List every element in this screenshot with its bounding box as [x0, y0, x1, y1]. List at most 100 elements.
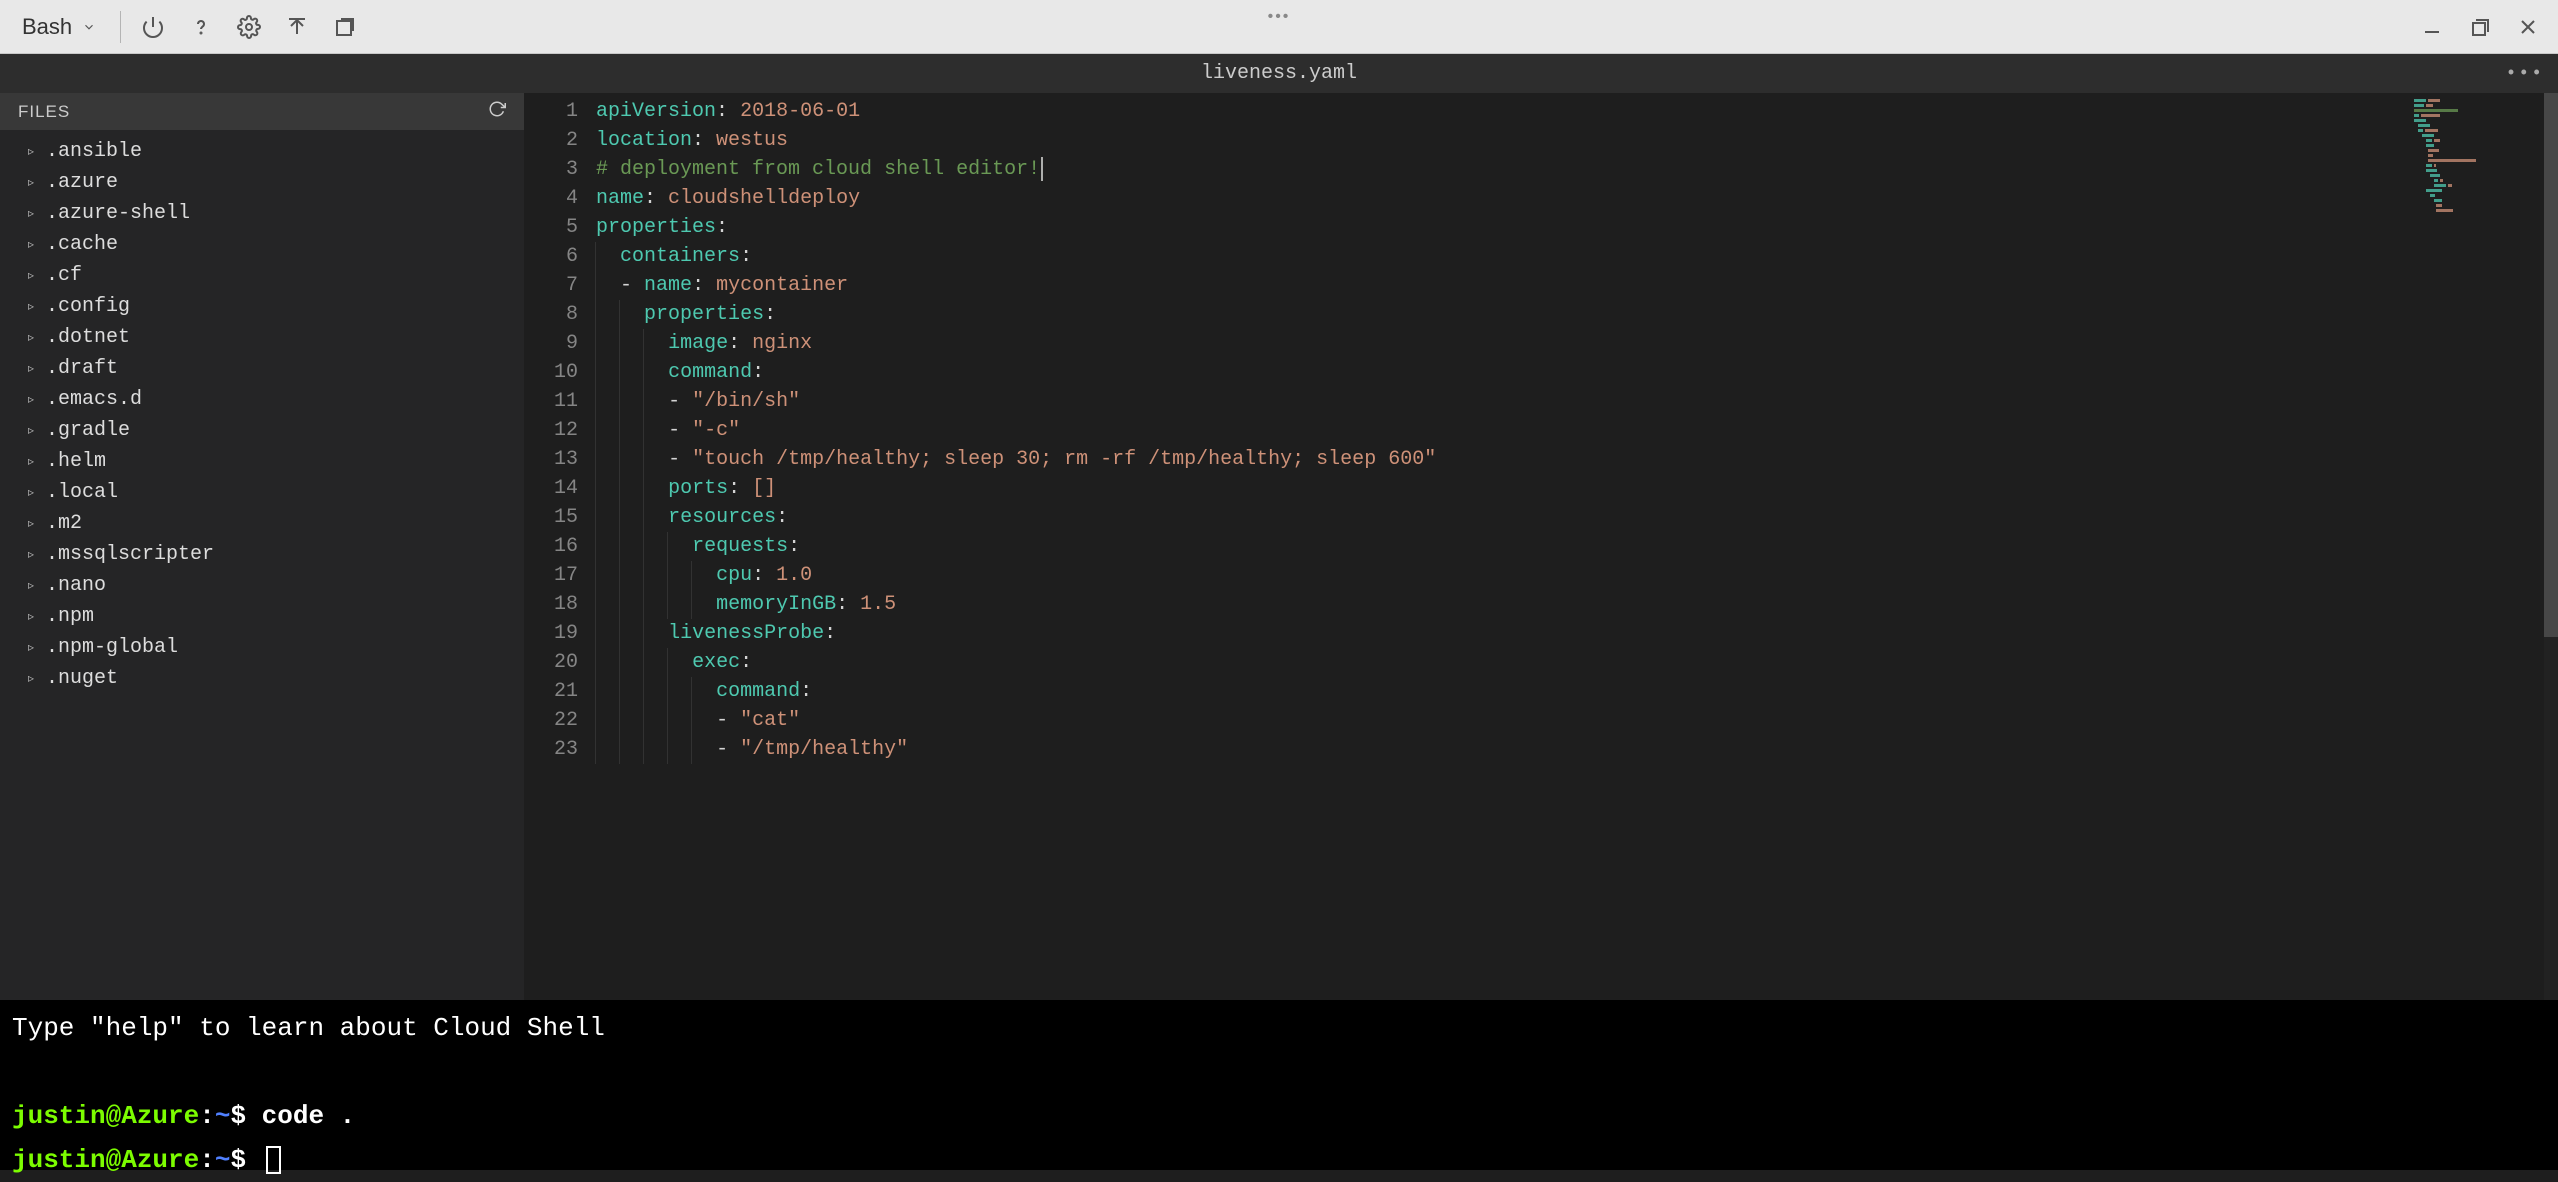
shell-selector[interactable]: Bash	[8, 8, 110, 46]
line-number: 18	[554, 590, 578, 619]
terminal-pane[interactable]: Type "help" to learn about Cloud Shell j…	[0, 1000, 2558, 1170]
chevron-right-icon: ▹	[28, 609, 38, 624]
line-number: 6	[554, 242, 578, 271]
code-line[interactable]: cpu: 1.0	[596, 561, 2558, 590]
close-button[interactable]	[2506, 5, 2550, 49]
tree-item[interactable]: ▹ .npm-global	[0, 632, 524, 663]
code-line[interactable]: - "/bin/sh"	[596, 387, 2558, 416]
code-line[interactable]: livenessProbe:	[596, 619, 2558, 648]
tree-item-label: .mssqlscripter	[46, 543, 214, 566]
restart-button[interactable]	[131, 5, 175, 49]
chevron-right-icon: ▹	[28, 361, 38, 376]
tree-item[interactable]: ▹ .emacs.d	[0, 384, 524, 415]
terminal-prompt-path: ~	[215, 1145, 231, 1175]
chevron-right-icon: ▹	[28, 206, 38, 221]
code-line[interactable]: - "cat"	[596, 706, 2558, 735]
tree-item-label: .config	[46, 295, 130, 318]
line-number: 1	[554, 97, 578, 126]
code-line[interactable]: image: nginx	[596, 329, 2558, 358]
tree-item[interactable]: ▹ .azure-shell	[0, 198, 524, 229]
line-number: 10	[554, 358, 578, 387]
tree-item-label: .emacs.d	[46, 388, 142, 411]
tree-item[interactable]: ▹.cache	[0, 229, 524, 260]
help-button[interactable]	[179, 5, 223, 49]
chevron-right-icon: ▹	[28, 640, 38, 655]
code-line[interactable]: apiVersion: 2018-06-01	[596, 97, 2558, 126]
tree-item[interactable]: ▹ .npm	[0, 601, 524, 632]
chevron-right-icon: ▹	[28, 144, 38, 159]
tree-item-label: .npm	[46, 605, 94, 628]
chevron-right-icon: ▹	[28, 392, 38, 407]
tree-item-label: .cache	[46, 233, 118, 256]
code-line[interactable]: - name: mycontainer	[596, 271, 2558, 300]
refresh-icon	[488, 100, 506, 118]
file-tree[interactable]: ▹.ansible▹.azure▹.azure-shell▹.cache▹.cf…	[0, 130, 524, 1000]
terminal-line[interactable]: justin@Azure:~$ code .	[12, 1094, 2546, 1138]
tree-item[interactable]: ▹.dotnet	[0, 322, 524, 353]
toolbar-divider	[120, 11, 121, 43]
line-number: 22	[554, 706, 578, 735]
code-line[interactable]: - "touch /tmp/healthy; sleep 30; rm -rf …	[596, 445, 2558, 474]
code-line[interactable]: - "-c"	[596, 416, 2558, 445]
new-session-button[interactable]	[323, 5, 367, 49]
code-line[interactable]: exec:	[596, 648, 2558, 677]
chevron-right-icon: ▹	[28, 578, 38, 593]
editor-tab-bar: liveness.yaml •••	[0, 54, 2558, 93]
code-line[interactable]: containers:	[596, 242, 2558, 271]
upload-download-button[interactable]	[275, 5, 319, 49]
tree-item[interactable]: ▹.local	[0, 477, 524, 508]
minimap[interactable]	[2414, 99, 2544, 219]
tree-item[interactable]: ▹.mssqlscripter	[0, 539, 524, 570]
code-line[interactable]: command:	[596, 677, 2558, 706]
code-line[interactable]: resources:	[596, 503, 2558, 532]
file-explorer-header: FILES	[0, 93, 524, 130]
tree-item-label: .draft	[46, 357, 118, 380]
terminal-line[interactable]: justin@Azure:~$	[12, 1138, 2546, 1182]
line-number: 23	[554, 735, 578, 764]
tree-item[interactable]: ▹.gradle	[0, 415, 524, 446]
line-number: 21	[554, 677, 578, 706]
code-line[interactable]: properties:	[596, 213, 2558, 242]
tree-item[interactable]: ▹ .nano	[0, 570, 524, 601]
code-line[interactable]: memoryInGB: 1.5	[596, 590, 2558, 619]
chevron-right-icon: ▹	[28, 516, 38, 531]
upload-icon	[285, 15, 309, 39]
code-editor[interactable]: 1234567891011121314151617181920212223 ap…	[524, 93, 2558, 1000]
settings-button[interactable]	[227, 5, 271, 49]
code-line[interactable]: requests:	[596, 532, 2558, 561]
vertical-scrollbar[interactable]	[2544, 93, 2558, 1000]
maximize-button[interactable]	[2458, 5, 2502, 49]
tree-item-label: .m2	[46, 512, 82, 535]
editor-menu-button[interactable]: •••	[2506, 64, 2544, 84]
line-number: 15	[554, 503, 578, 532]
code-line[interactable]: properties:	[596, 300, 2558, 329]
tree-item-label: .npm-global	[46, 636, 178, 659]
drag-handle-icon[interactable]: •••	[1268, 8, 1291, 26]
editor-area: liveness.yaml ••• FILES ▹.ansible▹.azure…	[0, 54, 2558, 1000]
code-line[interactable]: location: westus	[596, 126, 2558, 155]
tree-item[interactable]: ▹ .draft	[0, 353, 524, 384]
chevron-right-icon: ▹	[28, 268, 38, 283]
tree-item[interactable]: ▹.nuget	[0, 663, 524, 694]
code-line[interactable]: command:	[596, 358, 2558, 387]
shell-selector-label: Bash	[22, 14, 72, 40]
file-explorer-sidebar: FILES ▹.ansible▹.azure▹.azure-shell▹.cac…	[0, 93, 524, 1000]
code-content[interactable]: apiVersion: 2018-06-01location: westus# …	[596, 93, 2558, 1000]
refresh-button[interactable]	[488, 100, 506, 123]
tree-item[interactable]: ▹.ansible	[0, 136, 524, 167]
line-number: 3	[554, 155, 578, 184]
tree-item[interactable]: ▹.config	[0, 291, 524, 322]
tree-item[interactable]: ▹ .m2	[0, 508, 524, 539]
code-line[interactable]: name: cloudshelldeploy	[596, 184, 2558, 213]
tree-item[interactable]: ▹.helm	[0, 446, 524, 477]
tree-item[interactable]: ▹.cf	[0, 260, 524, 291]
tree-item-label: .nuget	[46, 667, 118, 690]
minimize-button[interactable]	[2410, 5, 2454, 49]
scrollbar-thumb[interactable]	[2544, 93, 2558, 637]
code-line[interactable]: # deployment from cloud shell editor!	[596, 155, 2558, 184]
tree-item-label: .azure-shell	[46, 202, 190, 225]
tree-item-label: .nano	[46, 574, 106, 597]
code-line[interactable]: - "/tmp/healthy"	[596, 735, 2558, 764]
code-line[interactable]: ports: []	[596, 474, 2558, 503]
tree-item[interactable]: ▹.azure	[0, 167, 524, 198]
